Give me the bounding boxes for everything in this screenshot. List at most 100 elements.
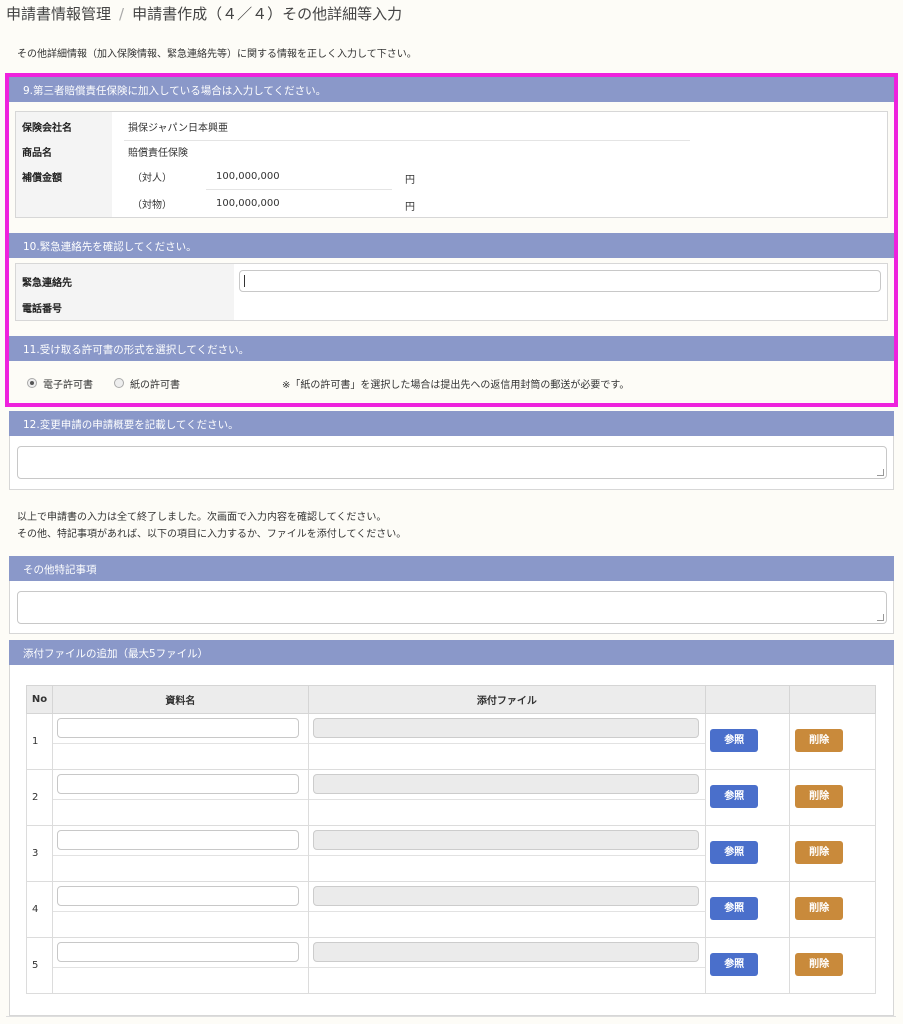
file-cell [307,713,707,770]
person-amount: 100,000,000 [216,171,280,182]
amount-label: 補償金額 [22,173,62,184]
person-unit: 円 [405,175,415,186]
company-label: 保険会社名 [22,123,72,134]
resize-handle[interactable] [877,614,884,621]
section12-header: 12.変更申請の申請概要を記載してください。 [9,411,894,436]
document-name-input[interactable] [56,886,299,906]
property-unit: 円 [405,202,415,213]
col-name-header: 資料名 [51,685,309,714]
cell-divider [308,967,706,968]
electronic-permit-radio[interactable] [27,378,37,388]
paper-permit-radio[interactable] [114,378,124,388]
paper-permit-note: ※「紙の許可書」を選択した場合は提出先への返信用封筒の郵送が必要です。 [282,380,630,391]
finish-note-2: その他、特記事項があれば、以下の項目に入力するか、ファイルを添付してください。 [17,529,407,540]
file-path-field [312,718,699,738]
intro-text: その他詳細情報（加入保険情報、緊急連絡先等）に関する情報を正しく入力して下さい。 [17,49,417,60]
file-cell [307,937,707,994]
browse-button[interactable]: 参照 [710,729,759,752]
emergency-contact-label: 緊急連絡先 [22,278,72,289]
del-cell: 削除 [789,769,876,826]
table-row: 1 参照 削除 [26,713,876,770]
delete-button[interactable]: 削除 [795,897,844,920]
browse-button[interactable]: 参照 [710,841,759,864]
special-panel [9,581,894,634]
table-row: 4 参照 削除 [26,881,876,938]
emergency-panel: 緊急連絡先 電話番号 [15,263,888,321]
delete-button[interactable]: 削除 [795,785,844,808]
resize-handle[interactable] [877,469,884,476]
company-value: 損保ジャパン日本興亜 [128,123,228,134]
document-name-input[interactable] [56,942,299,962]
table-row: 5 参照 削除 [26,937,876,994]
company-underline [124,140,690,141]
row-number: 4 [26,881,53,938]
file-path-field [312,886,699,906]
attachments-table: No 資料名 添付ファイル 1 参照 削除 2 参照 削除 3 参照 削除 4 … [26,685,876,994]
file-cell [307,769,707,826]
person-label: （対人） [132,173,172,184]
product-label: 商品名 [22,148,52,159]
file-path-field [312,830,699,850]
del-cell: 削除 [789,937,876,994]
file-cell [307,825,707,882]
section9-header: 9.第三者賠償責任保険に加入している場合は入力してください。 [9,77,894,102]
col-del-header [789,685,876,714]
row-number: 2 [26,769,53,826]
row-number: 3 [26,825,53,882]
name-cell [51,881,309,938]
emergency-contact-input[interactable] [239,270,881,292]
ref-cell: 参照 [705,713,791,770]
name-cell [51,825,309,882]
cell-divider [308,743,706,744]
del-cell: 削除 [789,881,876,938]
document-name-input[interactable] [56,774,299,794]
col-ref-header [705,685,791,714]
row-number: 1 [26,713,53,770]
page-title: 申請書情報管理 / 申請書作成（４／４）その他詳細等入力 [6,3,402,24]
cell-divider [308,855,706,856]
breadcrumb-separator: / [119,5,125,23]
cell-divider [52,855,308,856]
file-path-field [312,774,699,794]
name-cell [51,769,309,826]
delete-button[interactable]: 削除 [795,729,844,752]
file-cell [307,881,707,938]
special-textarea[interactable] [17,591,887,624]
summary-textarea[interactable] [17,446,887,479]
del-cell: 削除 [789,713,876,770]
file-path-field [312,942,699,962]
document-name-input[interactable] [56,718,299,738]
ref-cell: 参照 [705,881,791,938]
cell-divider [52,743,308,744]
insurance-panel: 保険会社名 損保ジャパン日本興亜 商品名 賠償責任保険 補償金額 （対人） 10… [15,111,888,218]
browse-button[interactable]: 参照 [710,953,759,976]
delete-button[interactable]: 削除 [795,953,844,976]
paper-permit-label[interactable]: 紙の許可書 [130,376,180,391]
ref-cell: 参照 [705,825,791,882]
section11-header: 11.受け取る許可書の形式を選択してください。 [9,336,894,361]
cell-divider [52,967,308,968]
special-header: その他特記事項 [9,556,894,581]
delete-button[interactable]: 削除 [795,841,844,864]
property-amount: 100,000,000 [216,198,280,209]
browse-button[interactable]: 参照 [710,785,759,808]
name-cell [51,937,309,994]
cell-divider [308,799,706,800]
table-row: 2 参照 削除 [26,769,876,826]
section10-header: 10.緊急連絡先を確認してください。 [9,233,894,258]
electronic-permit-label[interactable]: 電子許可書 [43,376,93,391]
del-cell: 削除 [789,825,876,882]
breadcrumb-root[interactable]: 申請書情報管理 [6,5,111,23]
page-bottom-divider [6,1016,896,1017]
document-name-input[interactable] [56,830,299,850]
col-no-header: No [26,685,53,714]
row-number: 5 [26,937,53,994]
text-caret [244,275,245,287]
browse-button[interactable]: 参照 [710,897,759,920]
table-row: 3 参照 削除 [26,825,876,882]
name-cell [51,713,309,770]
cell-divider [52,799,308,800]
product-value: 賠償責任保険 [128,148,188,159]
table-header-row: No 資料名 添付ファイル [26,685,876,714]
breadcrumb-current: 申請書作成（４／４）その他詳細等入力 [132,5,403,23]
